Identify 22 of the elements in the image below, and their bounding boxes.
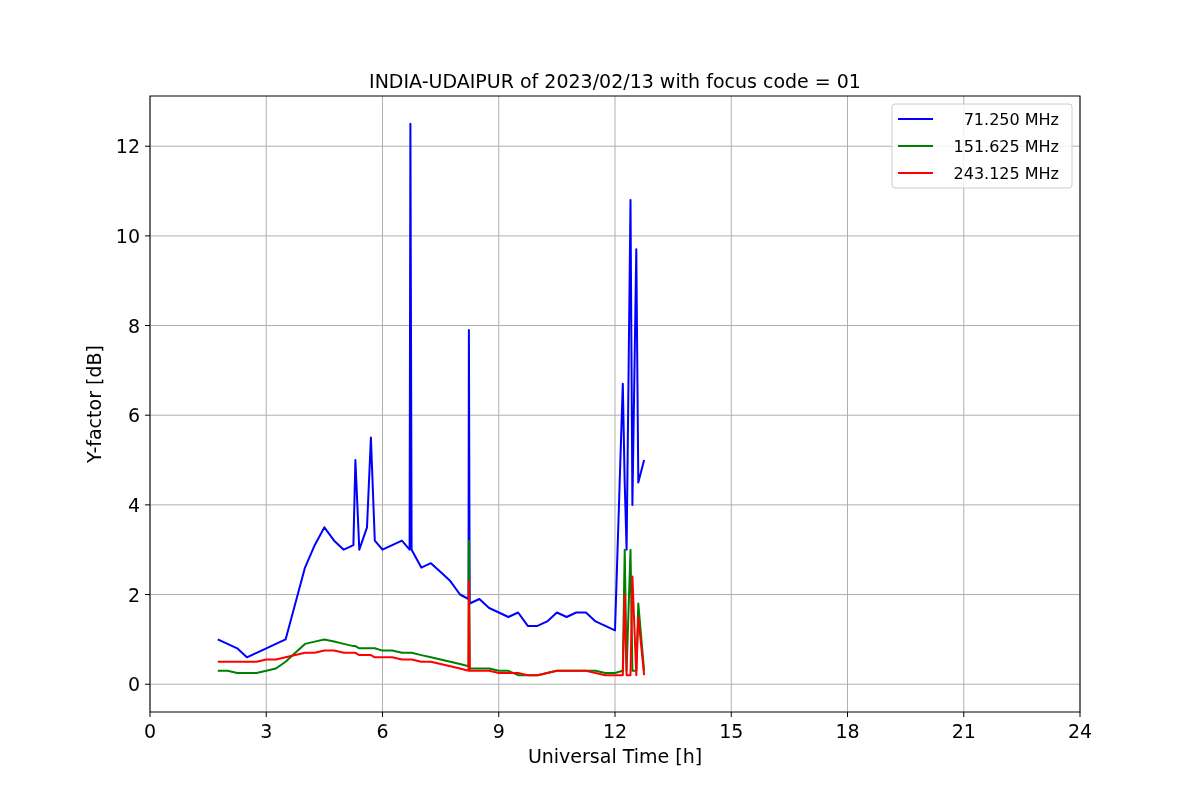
x-tick-label: 15 (719, 720, 744, 742)
y-tick-label: 8 (127, 314, 140, 337)
x-tick-label: 9 (492, 720, 505, 742)
y-tick-label: 12 (115, 135, 140, 158)
x-axis-label: Universal Time [h] (527, 745, 703, 767)
x-tick-label: 3 (260, 720, 273, 742)
legend-label: 71.250 MHz (963, 110, 1059, 129)
x-tick-label: 21 (951, 720, 976, 742)
x-tick-label: 6 (376, 720, 389, 742)
legend-label: 243.125 MHz (953, 164, 1059, 183)
y-tick-label: 0 (127, 673, 140, 696)
x-tick-label: 12 (602, 720, 628, 742)
y-tick-label: 2 (127, 583, 140, 606)
x-tick-label: 18 (835, 720, 860, 742)
legend-label: 151.625 MHz (953, 137, 1059, 156)
y-tick-label: 10 (115, 224, 140, 247)
x-tick-label: 24 (1067, 720, 1093, 742)
x-tick-label: 0 (143, 720, 157, 742)
y-tick-label: 6 (127, 404, 140, 427)
y-axis-label: Y-factor [dB] (83, 345, 105, 463)
chart-title: INDIA-UDAIPUR of 2023/02/13 with focus code = 01 (369, 70, 861, 92)
y-tick-label: 4 (127, 493, 140, 516)
